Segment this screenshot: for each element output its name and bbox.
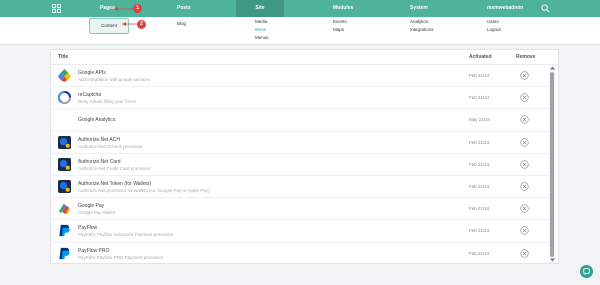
integration-description: Authorize.Net processor for wallets (i.e… bbox=[78, 187, 210, 193]
authorize-net-icon bbox=[58, 179, 71, 193]
table-row[interactable]: reCaptcha Deny robots filling your forms… bbox=[51, 87, 549, 110]
activated-date: Feb 21/24 bbox=[469, 228, 490, 234]
scrollbar-thumb[interactable] bbox=[550, 72, 554, 257]
integration-description: PayPal's Payflow PRO Payment processor bbox=[78, 254, 164, 260]
integration-name: reCaptcha bbox=[78, 92, 102, 99]
column-remove: Remove bbox=[516, 54, 536, 60]
submenu-blog[interactable]: Blog bbox=[177, 21, 186, 26]
step-marker-2: 2 bbox=[137, 20, 146, 29]
integration-description: Deny robots filling your forms bbox=[78, 99, 137, 105]
table-header: Title Activated Remove bbox=[51, 50, 558, 65]
remove-icon[interactable] bbox=[520, 182, 529, 191]
nav-submenu: Content Blog Media Items Menus Events Ma… bbox=[0, 17, 600, 45]
integration-name: Google APIs bbox=[78, 70, 106, 76]
remove-icon[interactable] bbox=[520, 71, 529, 80]
nav-modules[interactable]: Modules bbox=[333, 0, 353, 17]
integration-description: Authorize.Net eCheck processor bbox=[78, 143, 143, 149]
step-1-arrow bbox=[114, 7, 133, 11]
submenu-items[interactable]: Items bbox=[255, 27, 266, 32]
activated-date: Feb 21/24 bbox=[469, 95, 490, 101]
authorize-net-icon bbox=[58, 157, 71, 171]
table-row[interactable]: Authorize.Net Token (for Wallets) Author… bbox=[51, 176, 549, 199]
integration-name: Google Analytics bbox=[78, 117, 116, 124]
step-2-arrow bbox=[122, 22, 137, 26]
scroll-down-icon[interactable] bbox=[549, 257, 556, 263]
search-icon[interactable] bbox=[541, 4, 550, 13]
submenu-integrations[interactable]: Integrations bbox=[410, 27, 434, 32]
step-marker-1: 1 bbox=[133, 4, 142, 13]
apps-grid-icon[interactable] bbox=[52, 4, 61, 13]
submenu-analytics[interactable]: Analytics bbox=[410, 19, 428, 24]
remove-icon[interactable] bbox=[520, 160, 529, 169]
remove-icon[interactable] bbox=[520, 248, 529, 258]
nav-site[interactable]: Site bbox=[236, 0, 284, 17]
activated-date: May 21/24 bbox=[469, 117, 491, 123]
chat-help-button[interactable] bbox=[580, 265, 593, 278]
nav-pages[interactable]: Pages bbox=[100, 0, 115, 17]
nav-posts[interactable]: Posts bbox=[177, 0, 191, 17]
nav-user-account[interactable]: msmwebadmin bbox=[487, 0, 523, 17]
recaptcha-icon bbox=[58, 91, 71, 105]
activated-date: Feb 21/24 bbox=[469, 183, 490, 189]
integration-name: Google Pay bbox=[78, 203, 105, 210]
table-row[interactable]: PayFlow PayPal's Payflow Advanced Paymen… bbox=[51, 220, 549, 243]
activated-date: Feb 21/24 bbox=[469, 73, 490, 78]
activated-date: Feb 21/24 bbox=[469, 161, 490, 167]
table-row[interactable]: Google Analytics May 21/24 bbox=[51, 109, 549, 132]
remove-icon[interactable] bbox=[520, 115, 529, 124]
integration-name: PayFlow bbox=[78, 225, 98, 232]
column-title: Title bbox=[58, 54, 69, 60]
table-row[interactable]: Google APIs Add integration with google … bbox=[51, 65, 549, 88]
integration-name: Authorize.Net Card bbox=[78, 158, 121, 165]
submenu-events[interactable]: Events bbox=[333, 19, 347, 24]
integrations-list: Google APIs Add integration with google … bbox=[51, 65, 549, 264]
scroll-up-icon[interactable] bbox=[549, 65, 556, 71]
integration-description: Authorize.Net Credit Card processor bbox=[78, 165, 151, 171]
activated-date: Feb 21/24 bbox=[469, 139, 490, 145]
table-row[interactable]: Authorize.Net Card Authorize.Net Credit … bbox=[51, 154, 549, 176]
submenu-users[interactable]: Users bbox=[487, 19, 499, 24]
authorize-net-icon bbox=[58, 135, 71, 149]
submenu-menus[interactable]: Menus bbox=[255, 35, 269, 40]
google-apis-icon bbox=[58, 69, 71, 82]
submenu-logout[interactable]: Logout bbox=[487, 27, 501, 32]
integration-name: Authorize.Net Token (for Wallets) bbox=[78, 180, 152, 187]
remove-icon[interactable] bbox=[520, 93, 529, 102]
remove-icon[interactable] bbox=[520, 137, 529, 147]
google-pay-icon bbox=[58, 203, 71, 215]
nav-system[interactable]: System bbox=[410, 0, 428, 17]
integration-description: Add integration with google services bbox=[78, 77, 151, 82]
top-nav-bar: Pages Posts Site Modules System msmwebad… bbox=[0, 0, 600, 17]
paypal-icon bbox=[59, 225, 70, 237]
table-row[interactable]: Authorize.Net ACH Authorize.Net eCheck p… bbox=[51, 132, 549, 154]
remove-icon[interactable] bbox=[520, 204, 529, 213]
chat-icon bbox=[583, 268, 590, 276]
remove-icon[interactable] bbox=[520, 226, 529, 235]
table-row[interactable]: Google Pay Google Pay Wallet Feb 21/24 bbox=[51, 198, 549, 221]
paypal-icon bbox=[59, 247, 70, 259]
integration-description: Google Pay Wallet bbox=[78, 210, 116, 216]
integration-name: PayFlow PRO bbox=[78, 247, 110, 254]
integration-name: Authorize.Net ACH bbox=[78, 136, 120, 143]
submenu-maps[interactable]: Maps bbox=[333, 27, 344, 32]
submenu-media[interactable]: Media bbox=[255, 19, 267, 24]
integration-description: PayPal's Payflow Advanced Payment proces… bbox=[78, 232, 174, 238]
activated-date: Feb 21/24 bbox=[469, 250, 490, 256]
column-activated: Activated bbox=[469, 54, 492, 60]
table-row[interactable]: PayFlow PRO PayPal's Payflow PRO Payment… bbox=[51, 243, 549, 264]
activated-date: Feb 21/24 bbox=[469, 206, 490, 212]
integrations-panel: Title Activated Remove Google APIs Add i… bbox=[50, 49, 559, 264]
